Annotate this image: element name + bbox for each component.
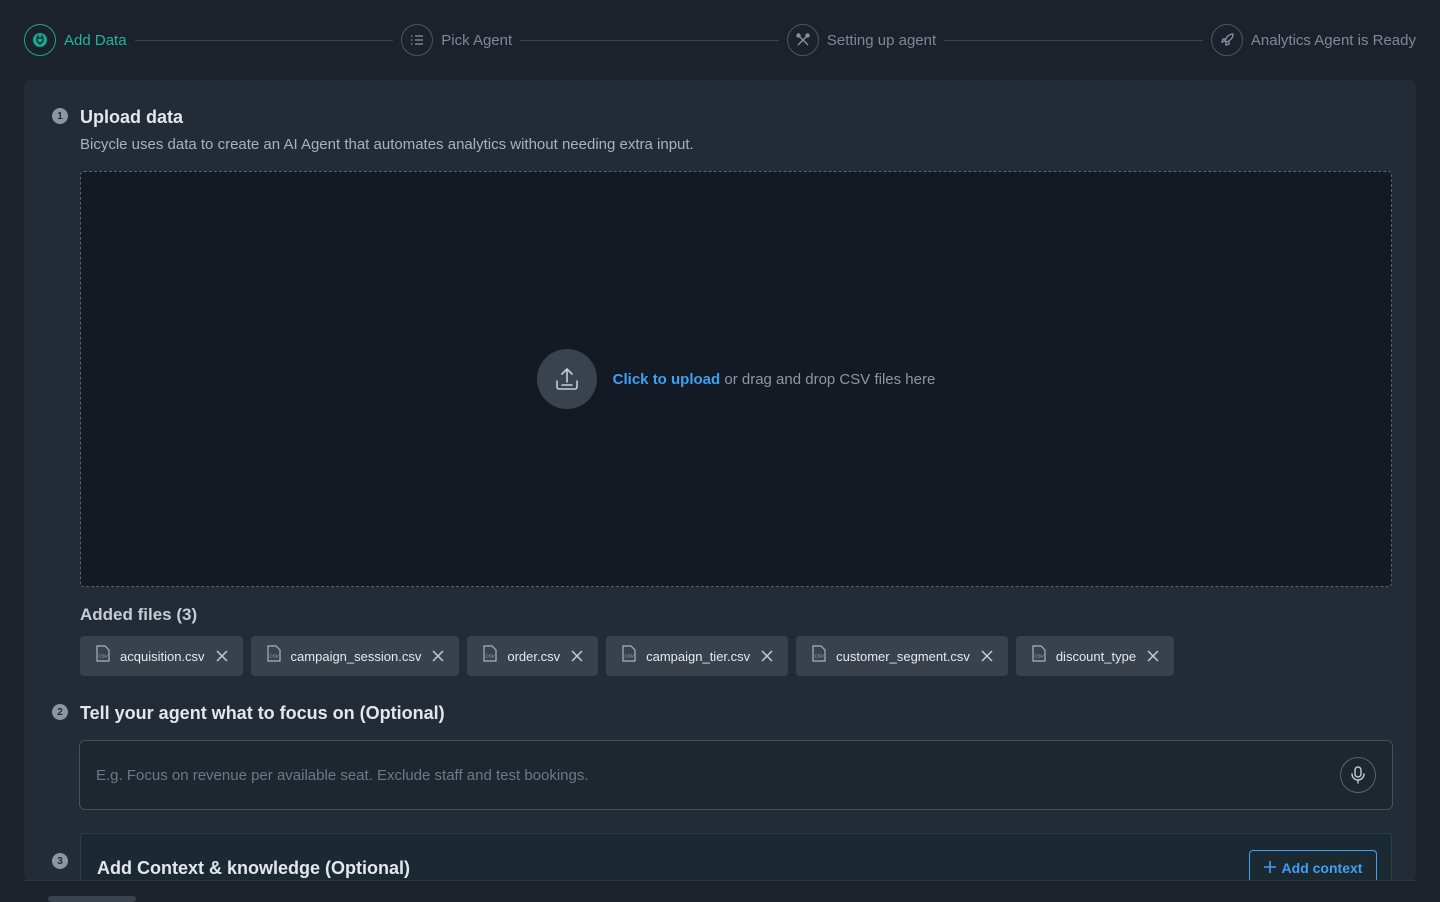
file-chip-list: CSV acquisition.csv CSV campaign_session… xyxy=(80,636,1175,676)
close-icon[interactable] xyxy=(760,649,774,663)
svg-text:CSV: CSV xyxy=(625,654,634,659)
file-name: acquisition.csv xyxy=(120,648,205,664)
svg-text:CSV: CSV xyxy=(815,654,824,659)
step-analytics-ready[interactable]: Analytics Agent is Ready xyxy=(1210,24,1416,56)
step-label: Add Data xyxy=(64,31,127,49)
section-number-badge: 2 xyxy=(52,704,68,720)
upload-section-title: Upload data xyxy=(80,107,184,127)
file-name: campaign_session.csv xyxy=(290,648,422,664)
progress-stepper: Add Data Pick Agent Setting up agent Ana… xyxy=(24,22,1416,58)
focus-section-title: Tell your agent what to focus on (Option… xyxy=(80,703,445,723)
step-label: Setting up agent xyxy=(826,31,937,49)
add-context-button[interactable]: Add context xyxy=(1249,850,1377,881)
context-section: Add Context & knowledge (Optional) Add c… xyxy=(80,833,1392,881)
dropzone-text: Click to upload or drag and drop CSV fil… xyxy=(613,371,936,388)
added-files-title: Added files (3) xyxy=(80,605,198,624)
rocket-icon xyxy=(1210,24,1243,56)
microphone-icon[interactable] xyxy=(1340,757,1376,793)
step-setting-up-agent[interactable]: Setting up agent xyxy=(786,24,937,56)
file-name: order.csv xyxy=(507,648,561,664)
csv-file-icon: CSV xyxy=(483,645,497,667)
csv-file-icon: CSV xyxy=(96,645,110,667)
file-chip: CSV discount_type xyxy=(1015,636,1175,676)
bottom-bar xyxy=(24,880,1416,902)
step-connector xyxy=(520,39,779,41)
main-panel: 1 Upload data Bicycle uses data to creat… xyxy=(24,80,1416,881)
file-dropzone[interactable]: Click to upload or drag and drop CSV fil… xyxy=(80,171,1392,587)
bottom-handle[interactable] xyxy=(48,896,136,902)
close-icon[interactable] xyxy=(1146,649,1160,663)
tools-icon xyxy=(786,24,819,56)
section-number-badge: 1 xyxy=(52,108,68,124)
csv-file-icon: CSV xyxy=(1032,645,1046,667)
click-to-upload-link[interactable]: Click to upload xyxy=(613,371,721,388)
plus-icon xyxy=(1263,860,1276,876)
plug-icon xyxy=(24,24,56,56)
step-label: Pick Agent xyxy=(441,31,513,49)
file-name: customer_segment.csv xyxy=(836,648,970,664)
file-chip: CSV customer_segment.csv xyxy=(796,636,1008,676)
upload-section-description: Bicycle uses data to create an AI Agent … xyxy=(80,136,694,153)
svg-text:CSV: CSV xyxy=(269,654,278,659)
step-label: Analytics Agent is Ready xyxy=(1250,31,1416,49)
focus-input-box xyxy=(79,740,1393,810)
context-section-title: Add Context & knowledge (Optional) xyxy=(97,858,410,878)
section-number-badge: 3 xyxy=(52,853,68,869)
svg-text:CSV: CSV xyxy=(99,654,108,659)
csv-file-icon: CSV xyxy=(812,645,826,667)
file-chip: CSV acquisition.csv xyxy=(80,636,243,676)
step-connector xyxy=(944,39,1203,41)
svg-text:CSV: CSV xyxy=(1034,654,1043,659)
file-chip: CSV campaign_tier.csv xyxy=(606,636,789,676)
focus-input[interactable] xyxy=(96,766,1340,784)
svg-text:CSV: CSV xyxy=(486,654,495,659)
csv-file-icon: CSV xyxy=(622,645,636,667)
close-icon[interactable] xyxy=(431,649,445,663)
file-name: discount_type xyxy=(1055,648,1137,664)
step-add-data[interactable]: Add Data xyxy=(24,24,127,56)
upload-icon[interactable] xyxy=(536,349,597,409)
add-context-label: Add context xyxy=(1281,860,1363,876)
close-icon[interactable] xyxy=(980,649,994,663)
step-connector xyxy=(134,39,394,41)
close-icon[interactable] xyxy=(215,649,229,663)
close-icon[interactable] xyxy=(570,649,584,663)
step-pick-agent[interactable]: Pick Agent xyxy=(401,24,512,56)
file-name: campaign_tier.csv xyxy=(646,648,751,664)
file-chip: CSV order.csv xyxy=(467,636,599,676)
file-chip: CSV campaign_session.csv xyxy=(250,636,460,676)
list-icon xyxy=(401,24,434,56)
dropzone-hint: or drag and drop CSV files here xyxy=(720,370,936,388)
csv-file-icon: CSV xyxy=(266,645,281,667)
